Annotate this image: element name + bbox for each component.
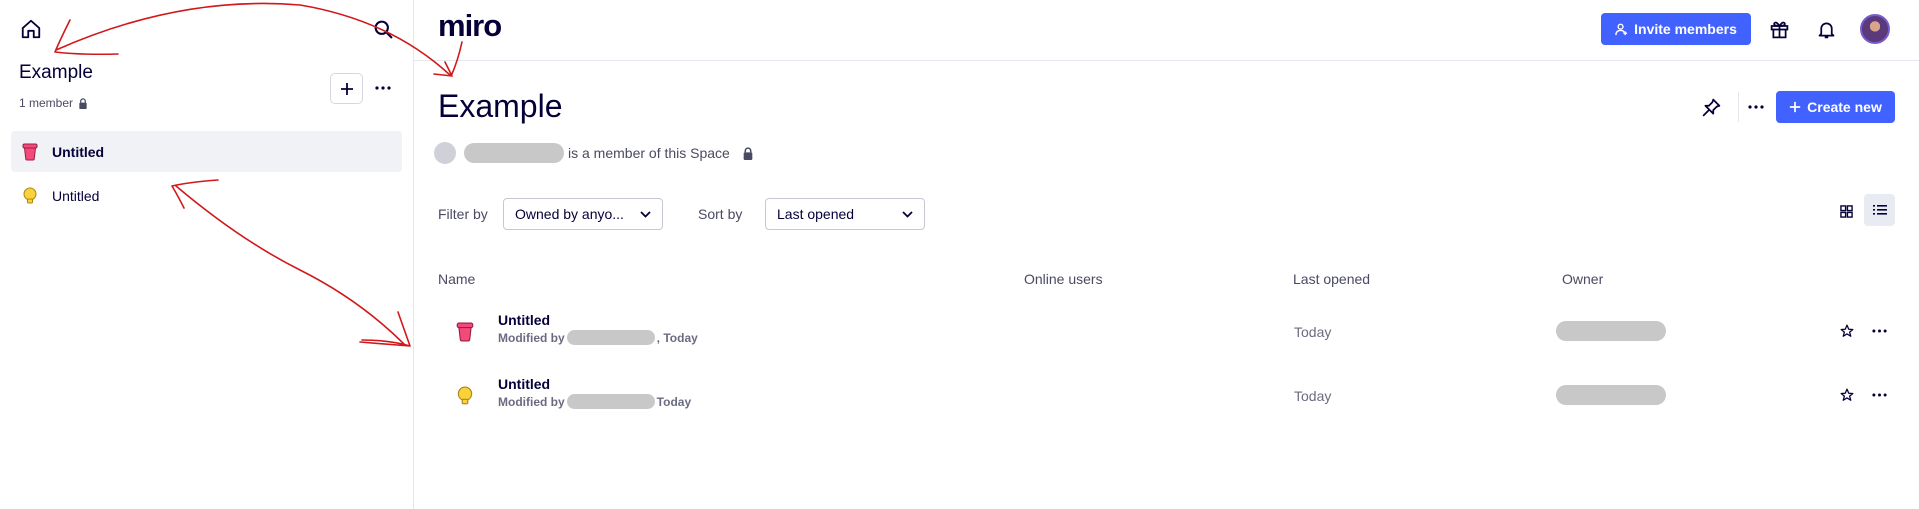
home-button[interactable]: [18, 16, 44, 42]
board-name: Untitled: [498, 312, 551, 328]
header-separator: [1738, 92, 1739, 122]
list-view-button[interactable]: [1864, 194, 1895, 226]
board-owner: [1556, 321, 1666, 346]
add-board-button[interactable]: [330, 73, 363, 104]
modified-suffix: Today: [656, 394, 692, 409]
row-more-button[interactable]: [1868, 384, 1890, 406]
gift-icon: [1770, 21, 1788, 38]
create-new-label: Create new: [1807, 99, 1882, 115]
board-owner: [1556, 385, 1666, 410]
chevron-down-icon: [640, 210, 651, 218]
space-more-button[interactable]: [370, 75, 396, 101]
list-icon: [1872, 205, 1887, 215]
board-last-opened: Today: [1294, 388, 1332, 404]
filter-label: Filter by: [438, 206, 488, 222]
notifications-button[interactable]: [1813, 16, 1839, 42]
space-title: Example: [19, 62, 93, 83]
space-member-summary: is a member of this Space: [434, 141, 754, 165]
board-modified: Modified by Today: [498, 394, 691, 409]
column-header-online: Online users: [1024, 271, 1103, 287]
modified-prefix: Modified by: [498, 394, 565, 409]
members-count: 1 member: [19, 96, 74, 110]
sidebar: Example 1 member Untitled Untitled: [0, 0, 414, 509]
table-row[interactable]: Untitled Modified by Today Today: [438, 368, 1898, 424]
plus-icon: [1789, 101, 1801, 113]
filter-owner-select[interactable]: Owned by anyo...: [503, 198, 663, 230]
search-icon: [374, 20, 392, 38]
space-members[interactable]: 1 member: [19, 96, 88, 110]
board-list: Untitled Untitled: [11, 131, 402, 219]
topbar-divider: [414, 60, 1919, 61]
column-header-last-opened[interactable]: Last opened: [1293, 271, 1370, 287]
star-button[interactable]: [1836, 320, 1858, 342]
lock-icon: [742, 146, 754, 160]
modified-suffix: , Today: [656, 330, 698, 345]
sort-label: Sort by: [698, 206, 743, 222]
miro-logo[interactable]: miro: [438, 8, 502, 44]
sidebar-board-label: Untitled: [52, 143, 105, 160]
sidebar-board-item[interactable]: Untitled: [11, 131, 402, 172]
add-user-icon: [1615, 23, 1628, 35]
search-button[interactable]: [370, 16, 396, 42]
chevron-down-icon: [902, 210, 913, 218]
star-button[interactable]: [1836, 384, 1858, 406]
sort-select[interactable]: Last opened: [765, 198, 925, 230]
lightbulb-icon: [454, 385, 476, 407]
create-new-button[interactable]: Create new: [1776, 91, 1895, 123]
redacted-modifier-name: [566, 330, 655, 345]
star-icon: [1840, 324, 1854, 337]
redacted-owner-name: [1556, 385, 1666, 405]
filter-owner-value: Owned by anyo...: [515, 206, 624, 222]
pink-bucket-icon: [454, 321, 476, 343]
more-horizontal-icon: [1748, 105, 1764, 109]
more-horizontal-icon: [375, 86, 391, 90]
modified-prefix: Modified by: [498, 330, 565, 345]
board-last-opened: Today: [1294, 324, 1332, 340]
column-header-owner[interactable]: Owner: [1562, 271, 1603, 287]
star-icon: [1840, 388, 1854, 401]
more-horizontal-icon: [1871, 393, 1887, 397]
table-row[interactable]: Untitled Modified by , Today Today: [438, 304, 1898, 360]
page-title: Example: [438, 88, 563, 124]
pin-icon: [1702, 98, 1720, 116]
redacted-member-name: [464, 143, 564, 163]
sort-value: Last opened: [777, 206, 855, 222]
member-avatar: [434, 142, 456, 164]
redacted-modifier-name: [566, 394, 655, 409]
pin-space-button[interactable]: [1698, 94, 1724, 120]
user-avatar[interactable]: [1860, 14, 1890, 44]
board-name: Untitled: [498, 376, 551, 392]
sidebar-board-label: Untitled: [52, 187, 100, 204]
invite-members-label: Invite members: [1634, 21, 1737, 37]
column-header-name[interactable]: Name: [438, 271, 475, 287]
lightbulb-icon: [21, 187, 39, 205]
row-more-button[interactable]: [1868, 320, 1890, 342]
bell-icon: [1818, 22, 1834, 38]
board-modified: Modified by , Today: [498, 330, 698, 345]
plus-icon: [340, 82, 353, 95]
redacted-owner-name: [1556, 321, 1666, 341]
grid-icon: [1839, 204, 1853, 218]
lock-icon: [79, 97, 87, 109]
more-horizontal-icon: [1871, 329, 1887, 333]
pink-bucket-icon: [21, 143, 39, 161]
whats-new-button[interactable]: [1766, 16, 1792, 42]
home-icon: [21, 19, 41, 39]
sidebar-board-item[interactable]: Untitled: [11, 175, 402, 216]
invite-members-button[interactable]: Invite members: [1601, 13, 1751, 45]
member-text: is a member of this Space: [568, 145, 730, 161]
space-options-button[interactable]: [1743, 94, 1769, 120]
grid-view-button[interactable]: [1831, 196, 1861, 226]
